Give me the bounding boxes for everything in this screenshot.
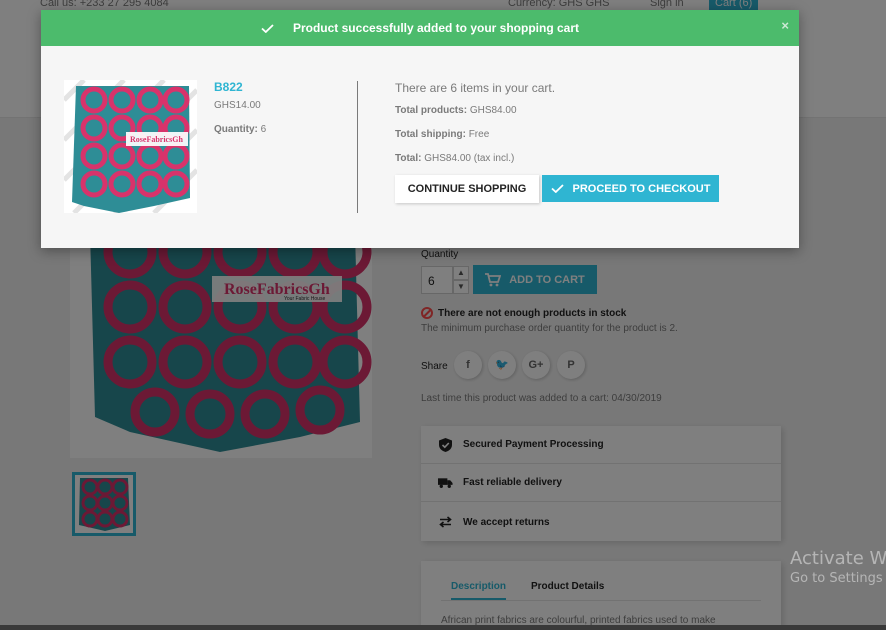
modal-header: Product successfully added to your shopp… (41, 10, 799, 46)
currency-selector[interactable]: Currency: GHS GHS (508, 0, 609, 9)
quantity-increment-button[interactable]: ▲ (453, 266, 469, 280)
total-line: Total: GHS84.00 (tax incl.) (395, 153, 514, 164)
stock-warning: There are not enough products in stock (421, 307, 626, 319)
reassurance-label: We accept returns (463, 516, 550, 528)
add-to-cart-button[interactable]: ADD TO CART (473, 265, 597, 294)
checkmark-icon (550, 184, 564, 193)
continue-shopping-button[interactable]: Continue shopping (395, 175, 539, 203)
last-added-note: Last time this product was added to a ca… (421, 393, 662, 404)
reassurance-block: Secured Payment Processing Fast reliable… (421, 426, 781, 541)
quantity-value: 6 (260, 124, 267, 135)
total-products-line: Total products: GHS84.00 (395, 105, 517, 116)
checkmark-icon (261, 23, 274, 33)
product-main-image[interactable]: RoseFabricsGh Your Fabric House (70, 232, 372, 458)
stock-warning-text: There are not enough products in stock (438, 307, 627, 319)
modal-product-name[interactable]: B822 (214, 80, 243, 94)
fabric-image: RoseFabricsGh Your Fabric House (70, 232, 372, 458)
brand-tagline: Your Fabric House (284, 296, 325, 302)
pinterest-icon[interactable]: P (557, 351, 585, 379)
total-label: Total: (395, 153, 422, 164)
fabric-image: RoseFabricsGh (64, 80, 197, 213)
activation-line-1: Activate W (790, 548, 886, 569)
modal-product-image: RoseFabricsGh (64, 80, 197, 213)
thumbnail-image (75, 475, 133, 533)
total-shipping-value: Free (468, 129, 490, 140)
activation-line-2: Go to Settings (790, 571, 883, 586)
quantity-decrement-button[interactable]: ▼ (453, 280, 469, 294)
cart-item-count: There are 6 items in your cart. (395, 81, 556, 95)
shield-check-icon (439, 437, 452, 452)
proceed-to-checkout-button[interactable]: Proceed to checkout (542, 175, 719, 202)
truck-icon (438, 477, 453, 488)
facebook-icon[interactable]: f (454, 351, 482, 379)
checkout-label: Proceed to checkout (572, 182, 711, 195)
tab-product-details[interactable]: Product Details (531, 581, 604, 592)
reassurance-item-returns: We accept returns (421, 503, 781, 541)
reassurance-item-payment: Secured Payment Processing (421, 426, 781, 464)
modal-divider (357, 81, 358, 213)
sign-in-link[interactable]: Sign in (650, 0, 684, 9)
total-shipping-line: Total shipping: Free (395, 129, 489, 140)
modal-product-quantity: Quantity: 6 (214, 124, 266, 135)
windows-activation-watermark: Activate W Go to Settings (790, 548, 886, 586)
contact-phone: Call us: +233 27 295 4084 (40, 0, 169, 9)
twitter-icon[interactable]: 🐦 (488, 351, 516, 379)
cart-confirmation-modal: Product successfully added to your shopp… (41, 10, 799, 248)
total-value: GHS84.00 (tax incl.) (424, 153, 515, 164)
exchange-arrows-icon (439, 516, 452, 528)
modal-title: Product successfully added to your shopp… (292, 21, 580, 35)
reassurance-item-delivery: Fast reliable delivery (421, 464, 781, 502)
reassurance-label: Secured Payment Processing (463, 439, 604, 450)
quantity-label: Quantity (421, 249, 459, 260)
close-icon[interactable]: × (781, 18, 789, 33)
shopping-cart-icon (485, 272, 502, 286)
cart-button[interactable]: Cart (6) (709, 0, 759, 10)
quantity-label: Quantity: (214, 124, 258, 135)
ban-icon (421, 307, 433, 319)
product-tabs: Description Product Details African prin… (421, 561, 781, 630)
total-products-label: Total products: (395, 105, 468, 116)
minimum-quantity-note: The minimum purchase order quantity for … (421, 323, 678, 334)
modal-product-price: GHS14.00 (214, 100, 261, 111)
total-products-value: GHS84.00 (469, 105, 517, 116)
brand-watermark: RoseFabricsGh (130, 135, 183, 144)
tab-description[interactable]: Description (451, 581, 507, 600)
taskbar-strip (0, 625, 886, 630)
product-thumbnail[interactable] (72, 472, 136, 536)
google-plus-icon[interactable]: G+ (522, 351, 550, 379)
quantity-input[interactable]: 6 (421, 266, 453, 294)
tab-divider (441, 600, 761, 601)
share-label: Share (421, 361, 448, 372)
reassurance-label: Fast reliable delivery (463, 477, 562, 488)
total-shipping-label: Total shipping: (395, 129, 466, 140)
add-to-cart-label: ADD TO CART (509, 273, 585, 286)
